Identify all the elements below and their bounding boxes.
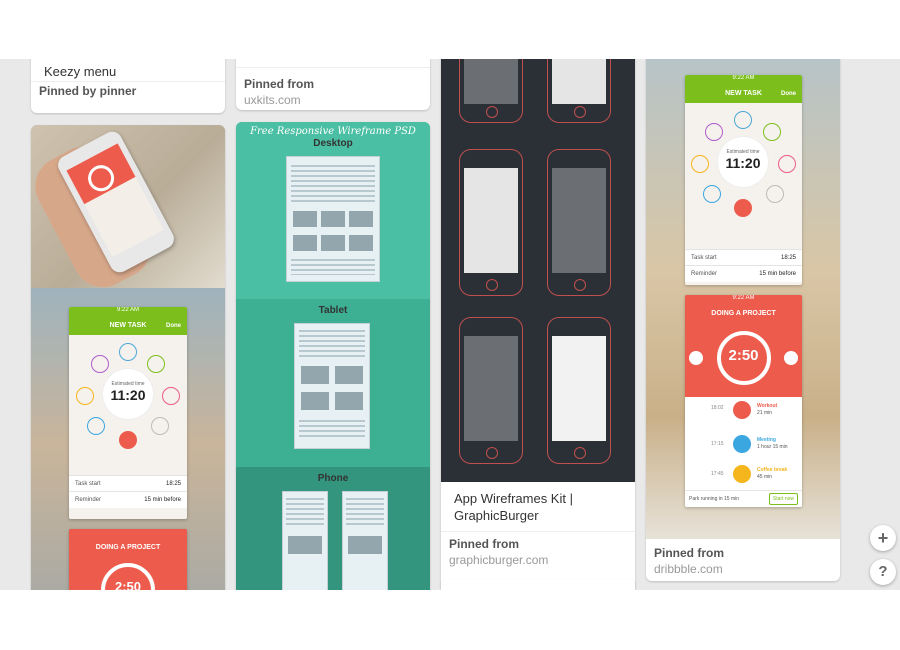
pin-keezy-menu[interactable]: Keezy menu Pinned by pinner — [31, 59, 225, 113]
pin-next[interactable] — [441, 579, 635, 590]
workout-icon — [733, 401, 751, 419]
pause-icon[interactable] — [689, 351, 703, 365]
pin-credit: Pinned from graphicburger.com — [449, 537, 549, 567]
tablet-panel: Tablet — [236, 299, 430, 467]
phone-panel: Phone — [236, 467, 430, 590]
start-now-button[interactable]: Start now — [768, 493, 798, 505]
doing-project-screen: DOING A PROJECT 2:50 — [69, 529, 187, 590]
pin-board: Keezy menu Pinned by pinner 9:22 AM NEW … — [0, 59, 900, 590]
pin-dribbble[interactable]: 9:22 AM NEW TASK Done Estimated time 11:… — [646, 59, 840, 581]
add-pin-button[interactable]: + — [870, 525, 896, 551]
desktop-label: Desktop — [313, 138, 353, 149]
tablet-label: Tablet — [318, 305, 348, 316]
pin-title: Keezy menu — [44, 64, 117, 79]
pin-wireframe-psd[interactable]: Free Responsive Wireframe PSD Desktop Ta… — [236, 122, 430, 590]
image-icon — [705, 123, 723, 141]
pin-title: App Wireframes Kit | GraphicBurger — [454, 491, 573, 523]
plus-icon — [151, 417, 169, 435]
stop-icon[interactable] — [784, 351, 798, 365]
estimated-time-dial: Estimated time 11:20 — [718, 137, 768, 187]
hand-phone-photo — [31, 125, 225, 298]
food-icon — [76, 387, 94, 405]
alarm-icon[interactable] — [119, 431, 137, 449]
wireframe-script-title: Free Responsive Wireframe PSD — [250, 126, 416, 137]
food-icon — [691, 155, 709, 173]
pin-task-app[interactable]: 9:22 AM NEW TASK Done Estimated time 11:… — [31, 125, 225, 590]
mail-icon — [119, 343, 137, 361]
pin-source-link[interactable]: dribbble.com — [654, 562, 724, 576]
phone-label: Phone — [317, 473, 349, 484]
divider — [441, 531, 635, 532]
task-start-row[interactable]: Task start 18:25 — [69, 475, 187, 492]
coffee-icon — [733, 465, 751, 483]
reminder-row[interactable]: Reminder 15 min before — [69, 491, 187, 508]
pin-source-link[interactable]: uxkits.com — [244, 93, 314, 107]
image-icon — [91, 355, 109, 373]
pin-credit: Pinned by pinner — [39, 84, 137, 98]
pin-footer: Pinned from dribbble.com — [646, 539, 840, 581]
done-button[interactable]: Done — [781, 85, 796, 103]
estimated-time-dial: Estimated time 11:20 — [103, 369, 153, 419]
alarm-icon[interactable] — [734, 199, 752, 217]
desktop-panel: Free Responsive Wireframe PSD Desktop — [236, 122, 430, 299]
desktop-wireframe — [286, 156, 380, 282]
new-task-screen: 9:22 AM NEW TASK Done Estimated time 11:… — [69, 307, 187, 519]
send-icon — [147, 355, 165, 373]
phone-wireframe-2 — [342, 491, 388, 590]
help-button[interactable]: ? — [870, 559, 896, 585]
tablet-wireframe — [294, 323, 370, 449]
doing-project-screen: 9:22 AM DOING A PROJECT 2:50 18:02 Worko… — [685, 295, 802, 507]
divider — [236, 67, 430, 68]
pin-credit: Pinned from dribbble.com — [654, 546, 725, 576]
wireframes-kit-image — [441, 59, 635, 482]
divider — [31, 81, 225, 82]
park-bar: Park running in 15 min Start now — [685, 490, 802, 507]
new-task-header: NEW TASK Done — [69, 317, 187, 335]
pin-source-link[interactable]: graphicburger.com — [449, 553, 548, 567]
chat-icon — [703, 185, 721, 203]
send-icon — [763, 123, 781, 141]
plus-icon — [766, 185, 784, 203]
pin-credit: Pinned from uxkits.com — [244, 77, 315, 107]
task-start-row[interactable]: Task start 18:25 — [685, 249, 802, 266]
pin-graphicburger[interactable]: App Wireframes Kit | GraphicBurger Pinne… — [441, 59, 635, 590]
phone-wireframe-1 — [282, 491, 328, 590]
done-button[interactable]: Done — [166, 317, 181, 335]
heart-icon — [778, 155, 796, 173]
chat-icon — [87, 417, 105, 435]
heart-icon — [162, 387, 180, 405]
meeting-icon — [733, 435, 751, 453]
new-task-screen: 9:22 AM NEW TASK Done Estimated time 11:… — [685, 75, 802, 285]
reminder-row[interactable]: Reminder 15 min before — [685, 265, 802, 282]
pin-uxkits[interactable]: Pinned from uxkits.com — [236, 59, 430, 110]
mail-icon — [734, 111, 752, 129]
